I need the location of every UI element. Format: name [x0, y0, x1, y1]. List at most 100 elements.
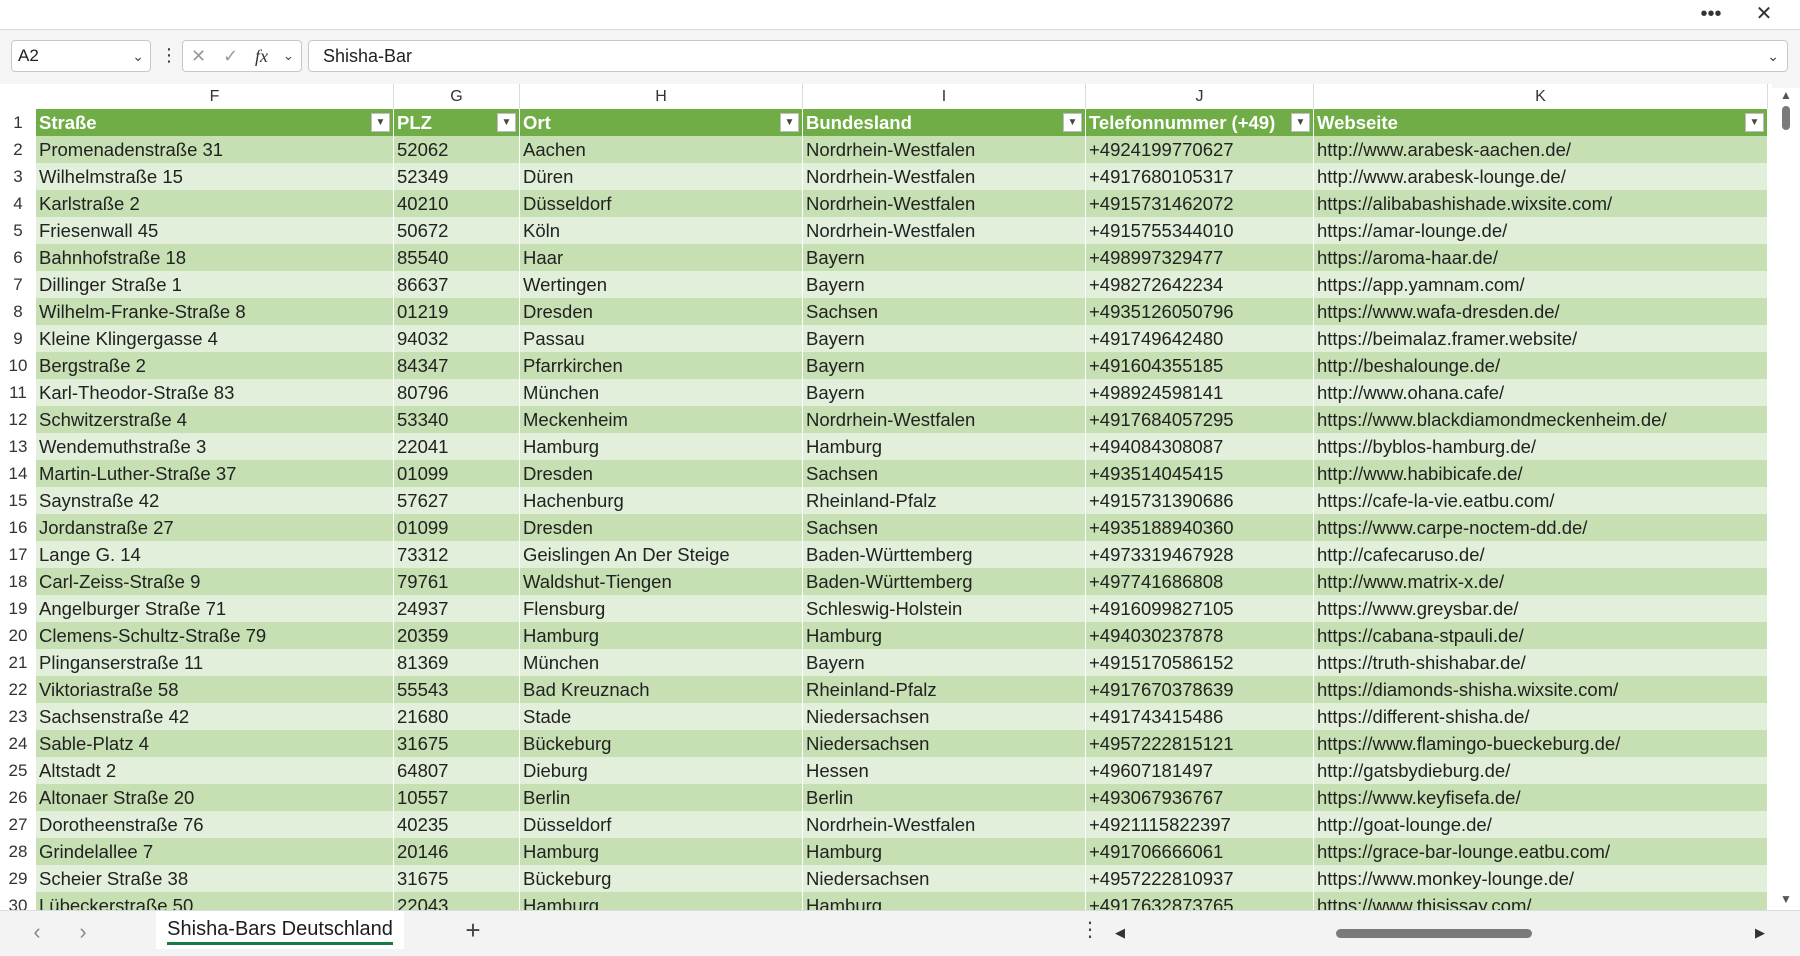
table-cell[interactable]: Baden-Württemberg [803, 541, 1086, 568]
table-header-cell[interactable]: PLZ ▼ [394, 109, 520, 136]
filter-dropdown-icon[interactable]: ▼ [780, 113, 799, 132]
table-cell[interactable]: Meckenheim [520, 406, 803, 433]
row-header[interactable]: 14 [0, 460, 36, 487]
table-cell[interactable]: Waldshut-Tiengen [520, 568, 803, 595]
table-cell[interactable]: http://cafecaruso.de/ [1314, 541, 1768, 568]
table-cell[interactable]: http://www.arabesk-aachen.de/ [1314, 136, 1768, 163]
table-cell[interactable]: Düsseldorf [520, 190, 803, 217]
table-cell[interactable]: http://www.matrix-x.de/ [1314, 568, 1768, 595]
table-cell[interactable]: 86637 [394, 271, 520, 298]
table-cell[interactable]: Haar [520, 244, 803, 271]
table-cell[interactable]: http://gatsbydieburg.de/ [1314, 757, 1768, 784]
more-options-icon[interactable]: ••• [1691, 0, 1731, 28]
table-cell[interactable]: https://app.yamnam.com/ [1314, 271, 1768, 298]
table-cell[interactable]: Bückeburg [520, 730, 803, 757]
table-cell[interactable]: Hamburg [520, 838, 803, 865]
table-cell[interactable]: Flensburg [520, 595, 803, 622]
table-cell[interactable]: https://cafe-la-vie.eatbu.com/ [1314, 487, 1768, 514]
table-cell[interactable]: +4915731462072 [1086, 190, 1314, 217]
table-cell[interactable]: Hessen [803, 757, 1086, 784]
table-cell[interactable]: 53340 [394, 406, 520, 433]
table-cell[interactable]: Bayern [803, 244, 1086, 271]
table-cell[interactable]: Viktoriastraße 58 [36, 676, 394, 703]
table-cell[interactable]: http://www.arabesk-lounge.de/ [1314, 163, 1768, 190]
column-header[interactable]: J [1086, 84, 1314, 109]
previous-sheet-icon[interactable]: ‹ [22, 919, 52, 945]
table-cell[interactable]: 20359 [394, 622, 520, 649]
table-cell[interactable]: Düsseldorf [520, 811, 803, 838]
row-header[interactable]: 15 [0, 487, 36, 514]
table-cell[interactable]: +4973319467928 [1086, 541, 1314, 568]
table-cell[interactable]: Lange G. 14 [36, 541, 394, 568]
filter-dropdown-icon[interactable]: ▼ [1745, 113, 1764, 132]
table-cell[interactable]: https://www.thisissay.com/ [1314, 892, 1768, 910]
table-cell[interactable]: Berlin [803, 784, 1086, 811]
table-cell[interactable]: 01099 [394, 460, 520, 487]
row-header[interactable]: 5 [0, 217, 36, 244]
table-cell[interactable]: Niedersachsen [803, 703, 1086, 730]
filter-dropdown-icon[interactable]: ▼ [497, 113, 516, 132]
table-cell[interactable]: +4915170586152 [1086, 649, 1314, 676]
table-cell[interactable]: München [520, 649, 803, 676]
row-header[interactable]: 22 [0, 676, 36, 703]
row-header[interactable]: 11 [0, 379, 36, 406]
table-cell[interactable]: +4957222810937 [1086, 865, 1314, 892]
table-cell[interactable]: Sachsen [803, 514, 1086, 541]
vertical-scrollbar[interactable]: ▲ ▼ [1772, 88, 1800, 910]
table-cell[interactable]: 57627 [394, 487, 520, 514]
table-cell[interactable]: Niedersachsen [803, 730, 1086, 757]
table-cell[interactable]: Scheier Straße 38 [36, 865, 394, 892]
formula-input[interactable]: Shisha-Bar ⌄ [308, 40, 1788, 72]
filter-dropdown-icon[interactable]: ▼ [371, 113, 390, 132]
table-cell[interactable]: 80796 [394, 379, 520, 406]
table-cell[interactable]: Hamburg [803, 433, 1086, 460]
table-cell[interactable]: https://beimalaz.framer.website/ [1314, 325, 1768, 352]
row-header[interactable]: 18 [0, 568, 36, 595]
table-cell[interactable]: +4917670378639 [1086, 676, 1314, 703]
row-header[interactable]: 16 [0, 514, 36, 541]
select-all-corner[interactable] [0, 84, 36, 109]
table-cell[interactable]: Nordrhein-Westfalen [803, 811, 1086, 838]
table-cell[interactable]: 22041 [394, 433, 520, 460]
table-cell[interactable]: +498924598141 [1086, 379, 1314, 406]
table-cell[interactable]: https://www.wafa-dresden.de/ [1314, 298, 1768, 325]
table-cell[interactable]: Dillinger Straße 1 [36, 271, 394, 298]
horizontal-scroll-thumb[interactable] [1336, 929, 1532, 938]
table-cell[interactable]: Berlin [520, 784, 803, 811]
function-chevron-icon[interactable]: ⌄ [283, 41, 294, 71]
table-cell[interactable]: https://www.carpe-noctem-dd.de/ [1314, 514, 1768, 541]
table-cell[interactable]: Hamburg [803, 838, 1086, 865]
close-icon[interactable]: ✕ [1744, 0, 1784, 28]
table-cell[interactable]: Wendemuthstraße 3 [36, 433, 394, 460]
table-cell[interactable]: Sachsen [803, 460, 1086, 487]
row-header[interactable]: 25 [0, 757, 36, 784]
table-cell[interactable]: https://www.monkey-lounge.de/ [1314, 865, 1768, 892]
table-cell[interactable]: +49607181497 [1086, 757, 1314, 784]
column-header[interactable]: I [803, 84, 1086, 109]
table-cell[interactable]: Sachsenstraße 42 [36, 703, 394, 730]
table-cell[interactable]: 64807 [394, 757, 520, 784]
table-cell[interactable]: 31675 [394, 865, 520, 892]
table-cell[interactable]: Pfarrkirchen [520, 352, 803, 379]
confirm-icon[interactable]: ✓ [223, 41, 238, 71]
table-cell[interactable]: +498272642234 [1086, 271, 1314, 298]
table-cell[interactable]: Lübeckerstraße 50 [36, 892, 394, 910]
table-cell[interactable]: https://www.flamingo-bueckeburg.de/ [1314, 730, 1768, 757]
expand-formula-icon[interactable]: ⌄ [1767, 41, 1779, 71]
row-header[interactable]: 10 [0, 352, 36, 379]
row-header[interactable]: 17 [0, 541, 36, 568]
table-cell[interactable]: Karlstraße 2 [36, 190, 394, 217]
table-cell[interactable]: Wertingen [520, 271, 803, 298]
table-cell[interactable]: Angelburger Straße 71 [36, 595, 394, 622]
table-cell[interactable]: Baden-Württemberg [803, 568, 1086, 595]
table-cell[interactable]: 22043 [394, 892, 520, 910]
row-header[interactable]: 19 [0, 595, 36, 622]
next-sheet-icon[interactable]: › [68, 919, 98, 945]
table-cell[interactable]: https://diamonds-shisha.wixsite.com/ [1314, 676, 1768, 703]
scroll-down-icon[interactable]: ▼ [1772, 892, 1800, 906]
table-cell[interactable]: Hamburg [803, 892, 1086, 910]
table-cell[interactable]: https://alibabashishade.wixsite.com/ [1314, 190, 1768, 217]
row-header[interactable]: 8 [0, 298, 36, 325]
table-cell[interactable]: +493067936767 [1086, 784, 1314, 811]
table-cell[interactable]: Bückeburg [520, 865, 803, 892]
